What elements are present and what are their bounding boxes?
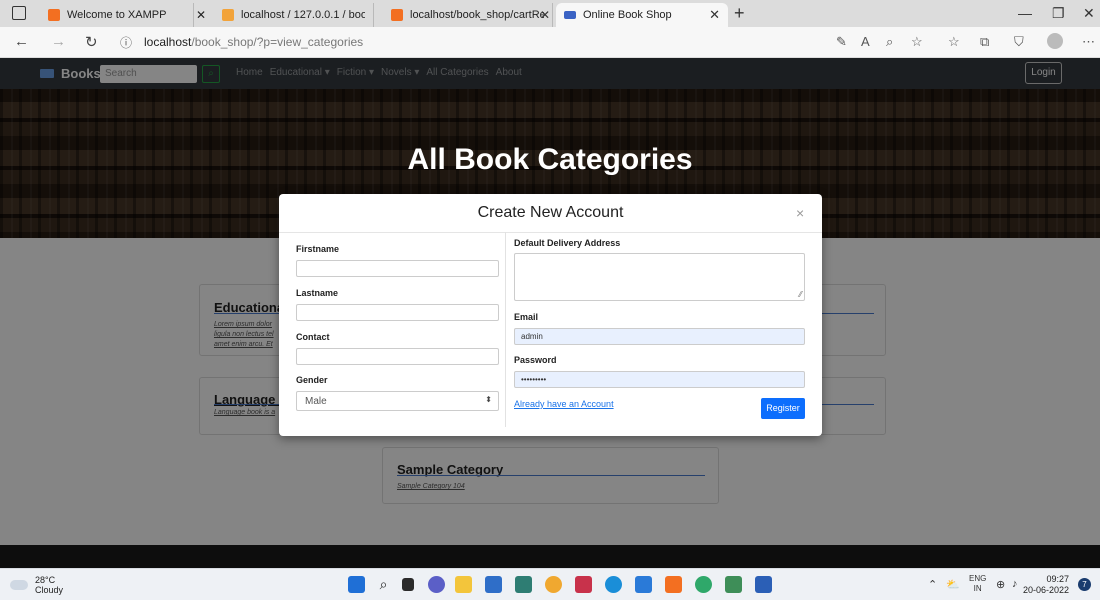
app-icon[interactable] [515, 576, 532, 593]
chat-icon[interactable] [428, 576, 445, 593]
browser-tab-xampp[interactable]: Welcome to XAMPP [40, 3, 194, 27]
contact-label: Contact [296, 332, 330, 342]
tab-title: localhost / 127.0.0.1 / book_shop [241, 9, 365, 21]
close-tab-icon[interactable]: ✕ [709, 7, 720, 23]
minimize-icon[interactable]: — [1018, 5, 1032, 21]
register-button[interactable]: Register [761, 398, 805, 419]
gender-label: Gender [296, 375, 328, 385]
favorites-bar-icon[interactable]: ☆ [948, 34, 960, 50]
windows-start-icon[interactable] [348, 576, 365, 593]
resize-grip-icon[interactable]: ⁄⁄ [799, 290, 802, 299]
tab-title: localhost/book_shop/cartReport [410, 9, 544, 21]
modal-header-divider [279, 232, 822, 233]
extensions-icon[interactable]: ⛉ [1014, 34, 1024, 50]
forward-arrow-icon[interactable]: → [51, 33, 66, 50]
address-textarea[interactable]: ⁄⁄ [514, 253, 805, 301]
language-indicator[interactable]: ENG IN [969, 574, 986, 594]
temperature: 28°C [35, 575, 56, 585]
chevron-up-icon[interactable]: ⌃ [928, 578, 937, 591]
vscode-icon[interactable] [635, 576, 652, 593]
gender-select[interactable]: Male ⬍ [296, 391, 499, 411]
back-arrow-icon[interactable]: ← [14, 33, 29, 50]
address-label: Default Delivery Address [514, 238, 621, 248]
tab-title: Online Book Shop [583, 9, 672, 21]
volume-icon[interactable]: ♪ [1012, 578, 1018, 590]
create-account-modal: Create New Account × Firstname Lastname … [279, 194, 822, 436]
browser-tab-phpmyadmin[interactable]: localhost / 127.0.0.1 / book_shop [214, 3, 374, 27]
new-tab-button[interactable]: + [734, 3, 745, 24]
xampp-icon[interactable] [665, 576, 682, 593]
language-code: ENG [969, 574, 987, 583]
network-icon[interactable]: ⊕ [996, 578, 1005, 591]
url-path: /book_shop/?p=view_categories [191, 35, 364, 49]
gender-value: Male [305, 396, 327, 407]
close-icon[interactable]: × [796, 205, 804, 221]
tray-app-icon[interactable]: ⛅ [946, 578, 960, 591]
tab-title: Welcome to XAMPP [67, 9, 167, 21]
chrome-icon[interactable] [695, 576, 712, 593]
tab-actions-icon[interactable] [12, 6, 26, 20]
password-label: Password [514, 355, 557, 365]
email-field[interactable]: admin [514, 328, 805, 345]
clock[interactable]: 09:27 20-06-2022 [1023, 574, 1069, 596]
phpmyadmin-favicon-icon [222, 9, 234, 21]
weather-condition: Cloudy [35, 585, 64, 595]
more-menu-icon[interactable]: ⋯ [1082, 34, 1095, 50]
firstname-field[interactable] [296, 260, 499, 277]
url-text[interactable]: localhost/book_shop/?p=view_categories [144, 35, 363, 49]
cloud-icon [10, 580, 28, 590]
address-bar-row: ← → ↻ ⓘ localhost/book_shop/?p=view_cate… [0, 27, 1100, 58]
site-info-icon[interactable]: ⓘ [120, 34, 132, 51]
browser-tab-online-book-shop[interactable]: Online Book Shop ✕ [556, 3, 728, 27]
firstname-label: Firstname [296, 244, 340, 254]
pen-icon[interactable]: ✎ [836, 34, 847, 50]
clock-time: 09:27 [1046, 574, 1070, 584]
contact-field[interactable] [296, 348, 499, 365]
favorite-icon[interactable]: ☆ [911, 34, 923, 50]
notification-icon[interactable]: 7 [1078, 578, 1091, 591]
weather-widget[interactable]: 28°C Cloudy [10, 575, 63, 595]
email-label: Email [514, 312, 539, 322]
page-title: All Book Categories [407, 143, 693, 176]
browser-tab-strip: Welcome to XAMPP ✕ localhost / 127.0.0.1… [0, 0, 1100, 27]
browser-tab-cart-report[interactable]: localhost/book_shop/cartReport [383, 3, 553, 27]
photos-icon[interactable] [545, 576, 562, 593]
login-link[interactable]: Already have an Account [514, 399, 614, 409]
xampp-favicon-icon [48, 9, 60, 21]
collections-icon[interactable]: ⧉ [980, 34, 989, 50]
book-favicon-icon [564, 11, 576, 19]
zoom-icon[interactable]: ⌕ [886, 34, 893, 50]
close-window-icon[interactable]: ✕ [1083, 5, 1095, 22]
restore-icon[interactable]: ❐ [1052, 5, 1065, 22]
task-view-icon[interactable] [402, 578, 414, 591]
mcafee-icon[interactable] [575, 576, 592, 593]
notepad-icon[interactable] [725, 576, 742, 593]
select-arrows-icon: ⬍ [485, 395, 492, 404]
profile-avatar[interactable] [1047, 33, 1063, 49]
clock-date: 20-06-2022 [1023, 585, 1070, 595]
close-tab-icon[interactable]: ✕ [540, 8, 550, 22]
refresh-icon[interactable]: ↻ [85, 33, 98, 51]
store-icon[interactable] [485, 576, 502, 593]
password-field[interactable]: ••••••••• [514, 371, 805, 388]
modal-title: Create New Account [477, 204, 624, 221]
lastname-label: Lastname [296, 288, 339, 298]
modal-column-divider [505, 232, 506, 427]
read-aloud-icon[interactable]: A [861, 34, 870, 49]
file-explorer-icon[interactable] [455, 576, 472, 593]
address-bar[interactable]: ⓘ localhost/book_shop/?p=view_categories [108, 30, 1078, 54]
lastname-field[interactable] [296, 304, 499, 321]
close-tab-icon[interactable]: ✕ [196, 8, 206, 22]
word-icon[interactable] [755, 576, 772, 593]
edge-icon[interactable] [605, 576, 622, 593]
region-code: IN [973, 584, 982, 593]
xampp-favicon-icon [391, 9, 403, 21]
url-host: localhost [144, 35, 192, 49]
search-icon[interactable]: ⌕ [375, 576, 392, 593]
taskbar: 28°C Cloudy ⌕ ⌃ ⛅ ENG IN ⊕ ♪ 09:27 20-06… [0, 568, 1100, 600]
